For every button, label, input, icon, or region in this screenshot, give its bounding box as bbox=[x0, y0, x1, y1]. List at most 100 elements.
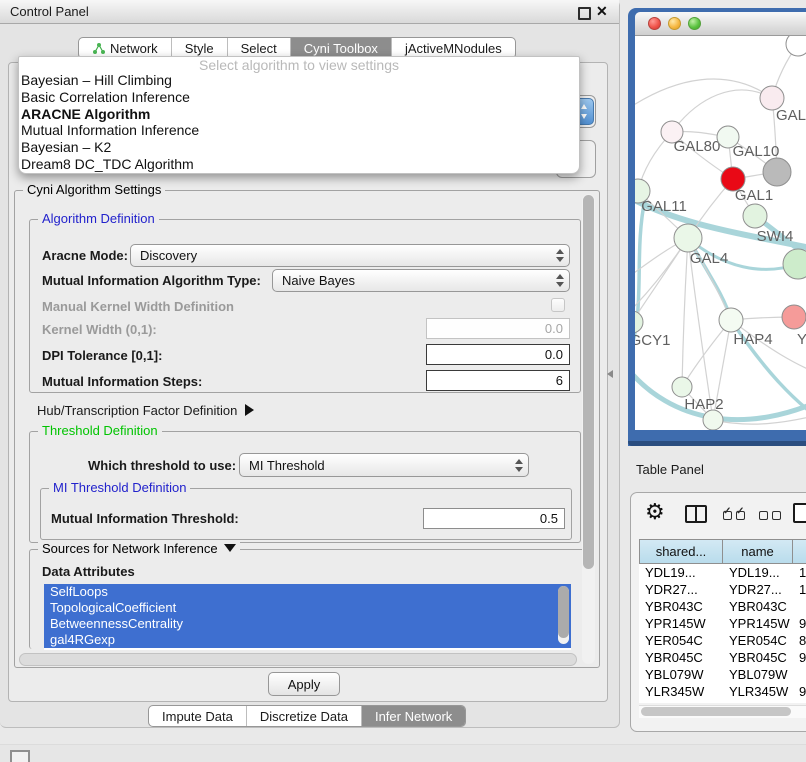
table-cell: YDR27... bbox=[723, 581, 793, 598]
tab-style[interactable]: Style bbox=[171, 38, 227, 58]
apply-button[interactable]: Apply bbox=[268, 672, 340, 696]
dropdown-item-bayesian-k2[interactable]: Bayesian – K2 bbox=[19, 139, 579, 156]
mi-steps-field[interactable]: 6 bbox=[426, 370, 570, 391]
dpi-tolerance-field[interactable]: 0.0 bbox=[426, 344, 570, 365]
table-row[interactable]: YDR27...YDR27...12 bbox=[639, 581, 806, 598]
mac-zoom-button[interactable] bbox=[688, 17, 701, 30]
table-row[interactable]: YBL079WYBL079W bbox=[639, 666, 806, 683]
tab-impute-data[interactable]: Impute Data bbox=[149, 706, 246, 726]
kernel-width-field[interactable]: 0.0 bbox=[426, 318, 570, 339]
attributes-scrollbar-thumb[interactable] bbox=[558, 586, 569, 638]
tab-label: Cyni Toolbox bbox=[304, 41, 378, 56]
mi-threshold-field[interactable]: 0.5 bbox=[423, 508, 565, 529]
unchecked-pair-icon[interactable] bbox=[759, 511, 781, 520]
network-node[interactable] bbox=[786, 36, 806, 56]
table-horizontal-scrollbar[interactable] bbox=[639, 705, 806, 718]
table-row[interactable]: YER054CYER054C8. bbox=[639, 632, 806, 649]
tab-label: Discretize Data bbox=[260, 709, 348, 724]
tab-discretize-data[interactable]: Discretize Data bbox=[246, 706, 361, 726]
network-window-titlebar[interactable] bbox=[635, 12, 806, 36]
close-icon[interactable]: ✕ bbox=[596, 3, 608, 20]
column-view-icon[interactable] bbox=[685, 505, 707, 523]
stepper-icon bbox=[515, 459, 528, 472]
mi-algorithm-type-combo[interactable]: Naive Bayes bbox=[272, 269, 570, 292]
dropdown-item-bayesian-hill-climbing[interactable]: Bayesian – Hill Climbing bbox=[19, 72, 579, 89]
network-node-hap4[interactable] bbox=[719, 308, 743, 332]
table-row[interactable]: YBR043CYBR043C bbox=[639, 598, 806, 615]
column-header-name[interactable]: name bbox=[723, 539, 793, 564]
mi-threshold-definition-title: MI Threshold Definition bbox=[49, 480, 190, 495]
dropdown-item-mutual-information-inference[interactable]: Mutual Information Inference bbox=[19, 122, 579, 139]
tab-jactivemnodules[interactable]: jActiveMNodules bbox=[391, 38, 515, 58]
settings-horizontal-scrollbar[interactable] bbox=[19, 653, 577, 666]
mi-steps-label: Mutual Information Steps: bbox=[42, 374, 202, 389]
attribute-item-selfloops[interactable]: SelfLoops bbox=[44, 584, 571, 600]
table-horizontal-scrollbar-thumb[interactable] bbox=[641, 707, 791, 716]
network-node-hap2[interactable] bbox=[672, 377, 692, 397]
table-panel-title: Table Panel bbox=[636, 462, 704, 477]
column-header-shared[interactable]: shared... bbox=[639, 539, 723, 564]
hub-section-toggle[interactable]: Hub/Transcription Factor Definition bbox=[37, 403, 254, 418]
mac-minimize-button[interactable] bbox=[668, 17, 681, 30]
network-node[interactable] bbox=[763, 158, 791, 186]
network-node-label: GCY1 bbox=[635, 332, 670, 349]
network-node-swi4[interactable] bbox=[743, 204, 767, 228]
table-row[interactable]: YPR145WYPR145W9. bbox=[639, 615, 806, 632]
manual-kernel-checkbox[interactable] bbox=[551, 298, 565, 312]
dropdown-item-dream8-dc-tdc-algorithm[interactable]: Dream8 DC_TDC Algorithm bbox=[19, 156, 579, 173]
network-node-gcy1[interactable] bbox=[635, 311, 643, 333]
tab-network[interactable]: Network bbox=[79, 38, 171, 58]
network-node-label: HAP4 bbox=[733, 331, 772, 348]
table-cell: 0 bbox=[793, 700, 806, 703]
table-cell: YBR043C bbox=[723, 598, 793, 615]
float-icon[interactable] bbox=[578, 7, 591, 20]
table-row[interactable]: YLR345WYLR345W9. bbox=[639, 683, 806, 700]
mi-threshold-label: Mutual Information Threshold: bbox=[51, 511, 239, 526]
collapse-down-icon[interactable] bbox=[224, 544, 236, 552]
aracne-mode-combo[interactable]: Discovery bbox=[130, 244, 570, 267]
table-row[interactable]: YDL19...YDL19...13 bbox=[639, 564, 806, 581]
checked-pair-icon[interactable] bbox=[723, 511, 745, 520]
table-icon[interactable] bbox=[793, 503, 806, 523]
sources-group: Sources for Network Inference Data Attri… bbox=[29, 549, 589, 649]
attributes-scrollbar[interactable] bbox=[558, 586, 569, 644]
network-node-gal4[interactable] bbox=[674, 224, 702, 252]
tab-label: Network bbox=[110, 41, 158, 56]
settings-vertical-scrollbar-thumb[interactable] bbox=[583, 195, 594, 569]
tab-label: Impute Data bbox=[162, 709, 233, 724]
network-canvas[interactable]: GALGAL80GAL10GAL1GAL11SWI4GAL4GCY1HAP4YH… bbox=[635, 36, 806, 430]
network-node[interactable] bbox=[703, 410, 723, 430]
attribute-item-topologicalcoefficient[interactable]: TopologicalCoefficient bbox=[44, 600, 571, 616]
gear-icon[interactable]: ⚙ bbox=[645, 499, 665, 525]
tab-cyni-toolbox[interactable]: Cyni Toolbox bbox=[290, 38, 391, 58]
table-cell: YLR345W bbox=[639, 683, 723, 700]
tab-label: Infer Network bbox=[375, 709, 452, 724]
which-threshold-combo[interactable]: MI Threshold bbox=[239, 453, 529, 477]
attribute-item-gal4rgexp[interactable]: gal4RGexp bbox=[44, 632, 571, 648]
tab-infer-network[interactable]: Infer Network bbox=[361, 706, 465, 726]
column-header-col2[interactable] bbox=[793, 539, 806, 564]
network-node[interactable] bbox=[783, 249, 806, 279]
kernel-width-value: 0.0 bbox=[545, 321, 563, 336]
table-cell: YBR045C bbox=[723, 649, 793, 666]
tab-select[interactable]: Select bbox=[227, 38, 290, 58]
network-node-label: Y bbox=[797, 331, 806, 348]
split-collapse-arrow[interactable] bbox=[607, 370, 613, 378]
table-cell: YDL19... bbox=[639, 564, 723, 581]
dropdown-item-aracne-algorithm[interactable]: ARACNE Algorithm bbox=[19, 106, 579, 123]
dropdown-item-basic-correlation-inference[interactable]: Basic Correlation Inference bbox=[19, 89, 579, 106]
control-panel-titlebar[interactable]: Control Panel ✕ bbox=[0, 0, 619, 24]
settings-vertical-scrollbar[interactable] bbox=[582, 194, 595, 664]
apply-button-label: Apply bbox=[288, 677, 321, 692]
network-view-window: GALGAL80GAL10GAL1GAL11SWI4GAL4GCY1HAP4YH… bbox=[628, 8, 806, 446]
table-row[interactable]: YBR045CYBR045C9. bbox=[639, 649, 806, 666]
network-node-y[interactable] bbox=[782, 305, 806, 329]
cyni-algorithm-settings-group: Cyni Algorithm Settings Algorithm Defini… bbox=[14, 190, 600, 668]
mac-close-button[interactable] bbox=[648, 17, 661, 30]
table-row[interactable]: YIL052CYIL052C0 bbox=[639, 700, 806, 703]
attribute-item-betweennesscentrality[interactable]: BetweennessCentrality bbox=[44, 616, 571, 632]
dpi-tolerance-label: DPI Tolerance [0,1]: bbox=[42, 348, 162, 363]
minimized-panel-icon[interactable] bbox=[10, 750, 30, 762]
table-cell: YER054C bbox=[723, 632, 793, 649]
table-cell: YBL079W bbox=[639, 666, 723, 683]
